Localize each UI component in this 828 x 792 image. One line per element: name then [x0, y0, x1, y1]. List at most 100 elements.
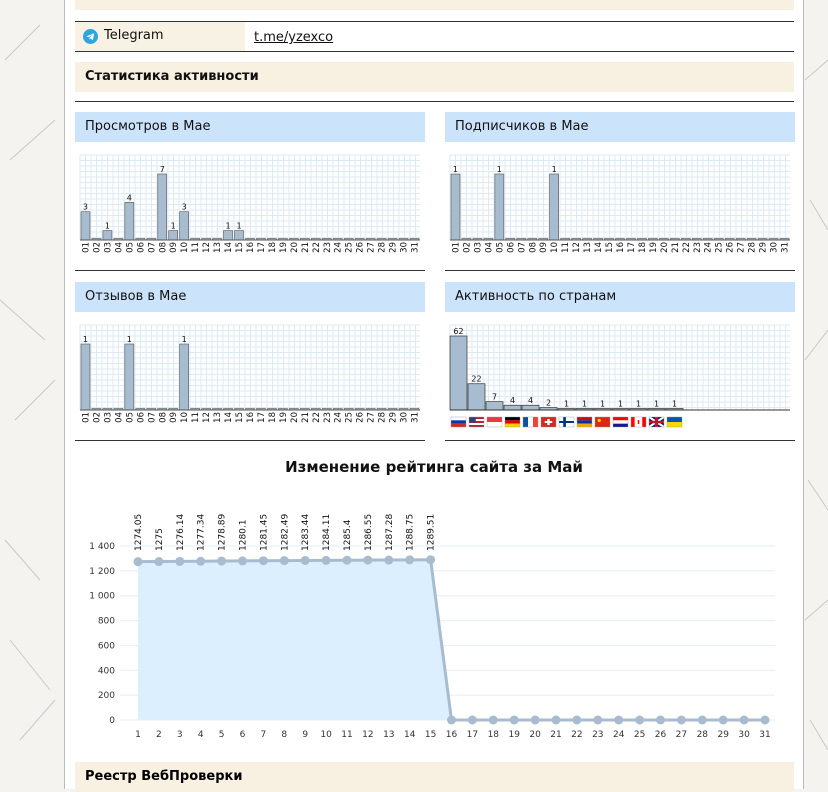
tick-label: 27 [367, 412, 377, 423]
data-point [154, 557, 164, 567]
data-point [426, 555, 436, 565]
bar [223, 230, 233, 241]
main-content: Telegram t.me/yzexco Статистика активнос… [64, 0, 804, 792]
y-tick-label: 1 400 [89, 542, 115, 552]
rating-area-chart: 02004006008001 0001 2001 4001 2 3 4 5 6 7 8 9 10 1… [89, 514, 775, 740]
registry-section-title: Реестр ВебПроверки [75, 762, 794, 792]
x-tick-label: 28 [697, 730, 709, 740]
x-tick-label: 21 [550, 730, 561, 740]
tick-label: 06 [136, 412, 146, 423]
divider [75, 440, 425, 441]
bar [234, 230, 244, 241]
tick-label: 19 [279, 412, 289, 423]
data-label: 1282.49 [280, 514, 290, 551]
x-tick-label: 2 [156, 730, 162, 740]
tick-label: 03 [103, 242, 113, 253]
data-point [676, 715, 686, 725]
data-label: 1274.05 [134, 514, 144, 551]
divider [75, 270, 425, 271]
x-tick-label: 14 [404, 730, 416, 740]
data-label: 1 [582, 400, 587, 409]
data-point [196, 556, 206, 566]
x-tick-label: 23 [592, 730, 603, 740]
data-point [614, 715, 624, 725]
tick-label: 12 [202, 242, 212, 253]
views-bar-chart: 301 02103 04405 06 07708109310 11 12 13114115 16… [79, 154, 421, 253]
data-point [551, 715, 561, 725]
data-label: 1277.34 [197, 514, 207, 551]
tick-label: 12 [202, 412, 212, 423]
x-tick-label: 25 [634, 730, 645, 740]
x-tick-label: 29 [717, 730, 729, 740]
tick-label: 23 [323, 412, 333, 423]
flag-sg-icon [486, 416, 503, 428]
data-label: 7 [160, 165, 165, 174]
x-tick-label: 17 [467, 730, 478, 740]
tick-label: 16 [246, 412, 256, 423]
data-point [342, 555, 352, 565]
telegram-link[interactable]: t.me/yzexco [254, 30, 333, 45]
data-label: 3 [182, 203, 187, 212]
flag-ch-icon [540, 416, 557, 428]
data-label: 4 [528, 396, 533, 405]
flag-fi-icon [558, 416, 575, 428]
tick-label: 27 [367, 242, 377, 253]
tick-label: 13 [213, 242, 223, 253]
x-tick-label: 4 [198, 730, 204, 740]
x-tick-label: 26 [655, 730, 667, 740]
tick-label: 03 [103, 412, 113, 423]
data-point [488, 715, 498, 725]
tick-label: 24 [704, 242, 714, 253]
bar [450, 173, 461, 241]
tick-label: 18 [268, 412, 278, 423]
bar [168, 230, 179, 241]
bar [157, 173, 168, 241]
x-tick-label: 8 [281, 730, 287, 740]
tick-label: 24 [334, 412, 344, 423]
data-label: 1 [654, 400, 659, 409]
tick-label: 19 [279, 242, 289, 253]
data-point [635, 715, 645, 725]
tick-label: 08 [528, 242, 538, 253]
tick-label: 17 [257, 412, 267, 423]
data-point [572, 715, 582, 725]
data-point [530, 715, 540, 725]
y-tick-label: 800 [98, 617, 115, 627]
data-label: 4 [127, 193, 132, 202]
tick-label: 03 [473, 242, 483, 253]
x-tick-label: 7 [261, 730, 267, 740]
data-point [405, 555, 415, 565]
y-tick-label: 1 000 [89, 592, 115, 602]
tick-label: 04 [484, 242, 494, 253]
tick-label: 21 [301, 242, 311, 253]
tick-label: 10 [180, 412, 190, 423]
tick-label: 09 [169, 412, 179, 423]
data-point [739, 715, 749, 725]
tick-label: 16 [246, 242, 256, 253]
subscribers-bar-chart: 101 02 03 04105 06 07 08 09110 11 12 13 14 15 16 17 18 1… [449, 154, 791, 253]
data-label: 1 [83, 335, 88, 344]
tick-label: 13 [213, 412, 223, 423]
bar [80, 211, 91, 241]
data-label: 1281.45 [259, 514, 269, 551]
tick-label: 14 [224, 412, 234, 423]
data-point [321, 555, 331, 565]
bar [549, 173, 559, 241]
tick-label: 02 [92, 242, 102, 253]
tick-label: 29 [389, 242, 399, 253]
data-point [697, 715, 707, 725]
tick-label: 05 [125, 412, 135, 423]
x-tick-label: 18 [488, 730, 500, 740]
data-point [467, 715, 477, 725]
data-point [258, 556, 268, 566]
tick-label: 11 [561, 242, 571, 253]
x-tick-label: 12 [362, 730, 373, 740]
y-tick-label: 200 [98, 691, 115, 701]
telegram-icon [83, 29, 98, 44]
data-label: 4 [510, 396, 515, 405]
tick-label: 31 [411, 242, 421, 253]
tick-label: 30 [770, 242, 780, 253]
tick-label: 07 [147, 412, 157, 423]
x-tick-label: 3 [177, 730, 183, 740]
tick-label: 30 [400, 242, 410, 253]
